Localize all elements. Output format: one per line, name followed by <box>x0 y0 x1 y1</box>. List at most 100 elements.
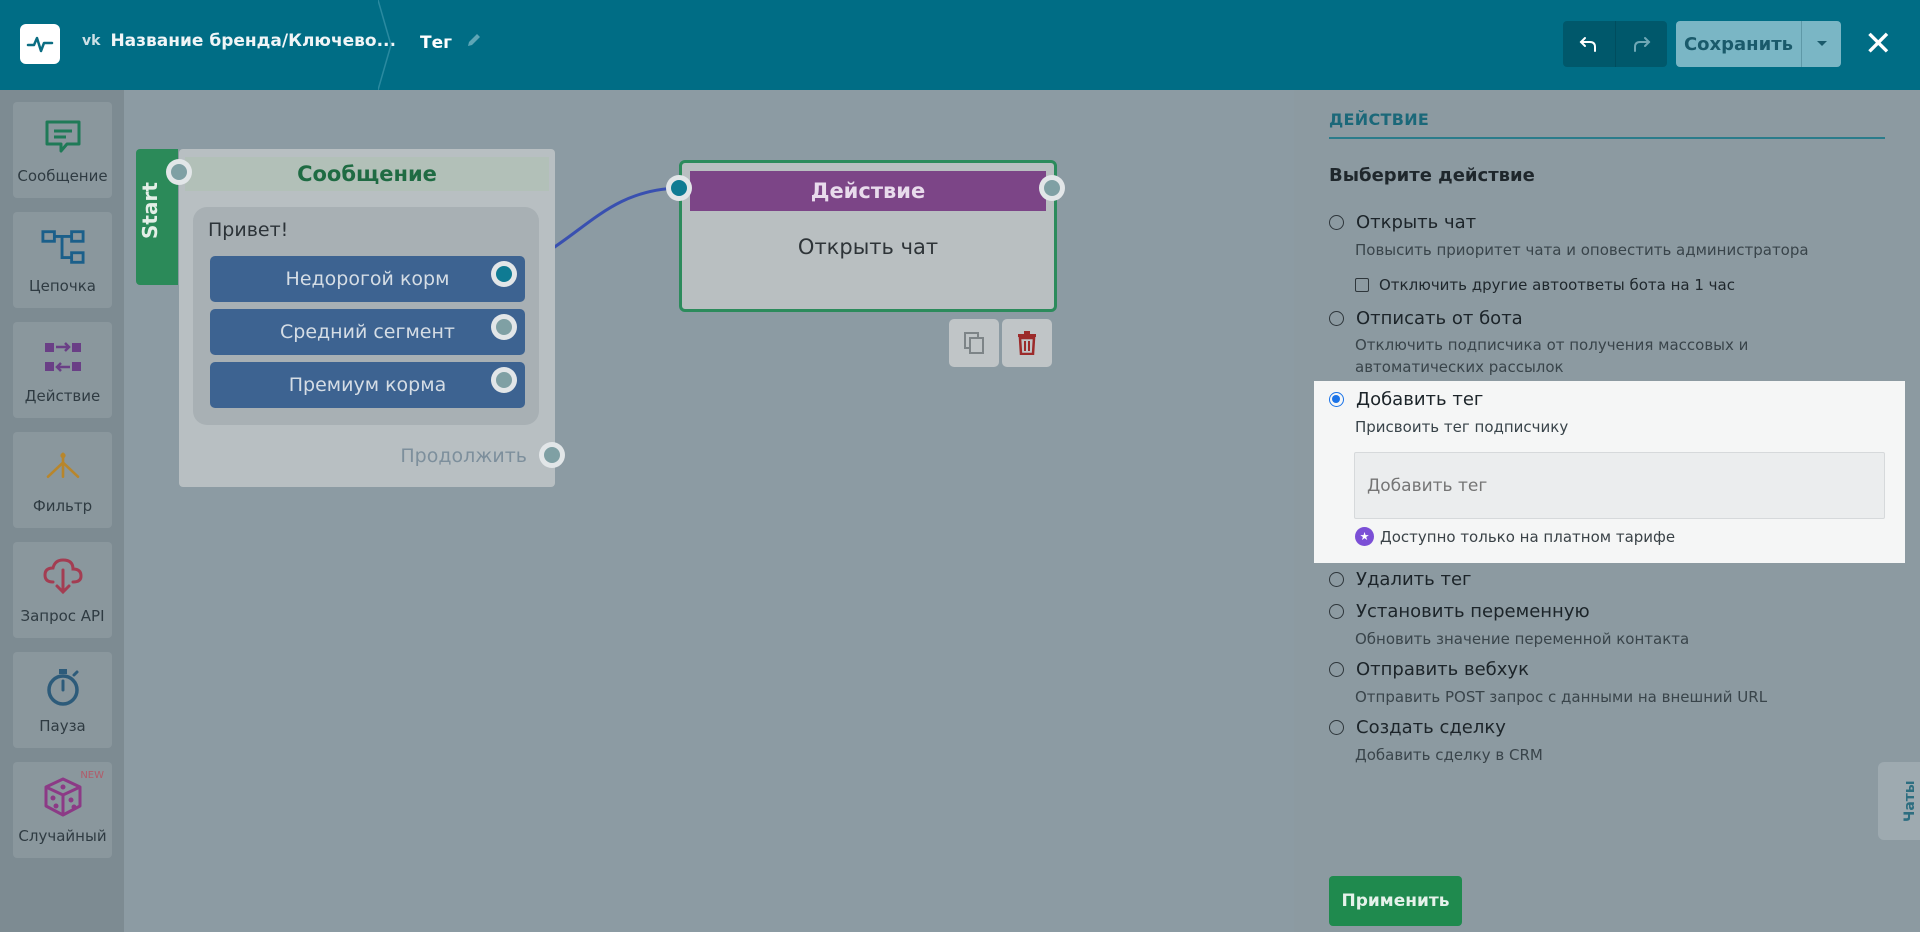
palette-label: Случайный <box>18 827 107 845</box>
option-description: Повысить приоритет чата и оповестить адм… <box>1355 241 1809 259</box>
output-port[interactable] <box>491 367 517 393</box>
quick-reply-button[interactable]: Недорогой корм <box>210 256 525 302</box>
start-label: Start <box>138 182 162 239</box>
radio-button[interactable] <box>1329 572 1344 587</box>
filter-icon <box>41 445 85 489</box>
output-port[interactable] <box>491 314 517 340</box>
brand-name: Название бренда/Ключево... <box>110 31 396 51</box>
palette-label: Фильтр <box>32 497 93 515</box>
api-cloud-icon <box>41 555 85 599</box>
message-node-title: Сообщение <box>185 157 549 191</box>
radio-button-checked[interactable] <box>1329 392 1344 407</box>
action-settings-panel: ДЕЙСТВИЕ Выберите действие Открыть чат П… <box>1294 90 1920 932</box>
disable-autoreplies-checkbox[interactable]: Отключить другие автоответы бота на 1 ча… <box>1355 276 1735 294</box>
palette-item-filter[interactable]: Фильтр <box>13 432 112 528</box>
apply-button[interactable]: Применить <box>1329 876 1462 926</box>
element-palette: Сообщение Цепочка Действие Фильтр Запрос… <box>0 90 124 932</box>
undo-icon <box>1579 37 1596 52</box>
premium-star-icon: ★ <box>1355 527 1374 546</box>
option-open-chat[interactable]: Открыть чат <box>1329 212 1476 233</box>
undo-button[interactable] <box>1563 21 1615 67</box>
quick-reply-button[interactable]: Средний сегмент <box>210 309 525 355</box>
app-logo-icon[interactable] <box>20 24 60 64</box>
radio-button[interactable] <box>1329 604 1344 619</box>
close-icon[interactable]: ✕ <box>1864 24 1893 64</box>
palette-item-message[interactable]: Сообщение <box>13 102 112 198</box>
option-set-variable[interactable]: Установить переменную <box>1329 601 1590 622</box>
option-description: Отправить POST запрос с данными на внешн… <box>1355 688 1768 706</box>
option-send-webhook[interactable]: Отправить вебхук <box>1329 659 1529 680</box>
action-icon <box>41 335 85 379</box>
paid-plan-note: ★ Доступно только на платном тарифе <box>1355 527 1675 546</box>
edit-pencil-icon[interactable] <box>466 32 482 53</box>
tag-input[interactable] <box>1354 452 1885 519</box>
output-port[interactable] <box>1039 175 1065 201</box>
delete-node-button[interactable] <box>1002 319 1052 367</box>
top-header: vk Название бренда/Ключево... Тег Сохран… <box>0 0 1920 90</box>
duplicate-node-button[interactable] <box>949 319 999 367</box>
paid-note-text: Доступно только на платном тарифе <box>1380 527 1676 546</box>
output-port[interactable] <box>491 261 517 287</box>
radio-button[interactable] <box>1329 662 1344 677</box>
checkbox[interactable] <box>1355 278 1369 292</box>
palette-label: Действие <box>24 387 101 405</box>
option-description: Обновить значение переменной контакта <box>1355 630 1690 648</box>
continue-label: Продолжить <box>400 445 527 467</box>
message-node-body: Привет! Недорогой корм Средний сегмент П… <box>193 207 539 425</box>
caret-down-icon <box>1816 41 1827 46</box>
option-description: Отключить подписчика от получения массов… <box>1355 336 1749 376</box>
action-node[interactable]: Действие Открыть чат <box>679 160 1057 312</box>
palette-item-action[interactable]: Действие <box>13 322 112 418</box>
chain-icon <box>40 225 85 269</box>
quick-reply-button[interactable]: Премиум корма <box>210 362 525 408</box>
page-title-text: Тег <box>420 32 453 53</box>
radio-button[interactable] <box>1329 215 1344 230</box>
save-dropdown-button[interactable] <box>1801 21 1841 67</box>
redo-button[interactable] <box>1614 21 1668 67</box>
save-group: Сохранить <box>1676 21 1841 67</box>
action-node-body: Открыть чат <box>797 235 939 259</box>
radio-button[interactable] <box>1329 311 1344 326</box>
option-description: Добавить сделку в CRM <box>1355 746 1543 764</box>
chats-side-tab[interactable]: Чаты <box>1878 762 1920 840</box>
stopwatch-icon <box>41 665 85 709</box>
message-text: Привет! <box>208 219 289 241</box>
palette-label: Сообщение <box>17 167 108 185</box>
option-label: Добавить тег <box>1356 389 1484 410</box>
new-badge: NEW <box>80 770 104 781</box>
vk-icon: vk <box>82 33 101 49</box>
save-button[interactable]: Сохранить <box>1676 21 1801 67</box>
input-port[interactable] <box>166 159 192 185</box>
input-port[interactable] <box>666 175 692 201</box>
panel-subtitle: Выберите действие <box>1329 165 1535 186</box>
option-create-deal[interactable]: Создать сделку <box>1329 717 1506 738</box>
action-node-title: Действие <box>690 171 1046 211</box>
page-title: Тег <box>420 32 482 53</box>
option-remove-tag[interactable]: Удалить тег <box>1329 569 1471 590</box>
option-label: Отправить вебхук <box>1356 659 1529 680</box>
option-unsubscribe[interactable]: Отписать от бота <box>1329 308 1523 329</box>
option-label: Создать сделку <box>1356 717 1506 738</box>
palette-label: Цепочка <box>29 277 96 295</box>
option-label: Удалить тег <box>1356 569 1472 590</box>
chats-tab-label: Чаты <box>1902 780 1918 822</box>
option-label: Отписать от бота <box>1356 308 1523 329</box>
palette-item-random[interactable]: NEW Случайный <box>13 762 112 858</box>
palette-item-chain[interactable]: Цепочка <box>13 212 112 308</box>
copy-icon <box>964 332 984 354</box>
option-label: Открыть чат <box>1356 212 1477 233</box>
option-add-tag[interactable]: Добавить тег <box>1329 389 1483 410</box>
palette-label: Запрос API <box>20 607 105 625</box>
radio-button[interactable] <box>1329 720 1344 735</box>
option-label: Установить переменную <box>1356 601 1590 622</box>
dice-icon <box>41 775 85 819</box>
continue-port[interactable] <box>539 442 565 468</box>
message-icon <box>41 115 85 159</box>
option-description: Присвоить тег подписчику <box>1355 418 1569 436</box>
palette-item-pause[interactable]: Пауза <box>13 652 112 748</box>
palette-label: Пауза <box>39 717 86 735</box>
palette-item-api[interactable]: Запрос API <box>13 542 112 638</box>
brand-breadcrumb[interactable]: vk Название бренда/Ключево... <box>82 31 396 51</box>
panel-title: ДЕЙСТВИЕ <box>1329 110 1885 139</box>
checkbox-label: Отключить другие автоответы бота на 1 ча… <box>1379 276 1735 294</box>
